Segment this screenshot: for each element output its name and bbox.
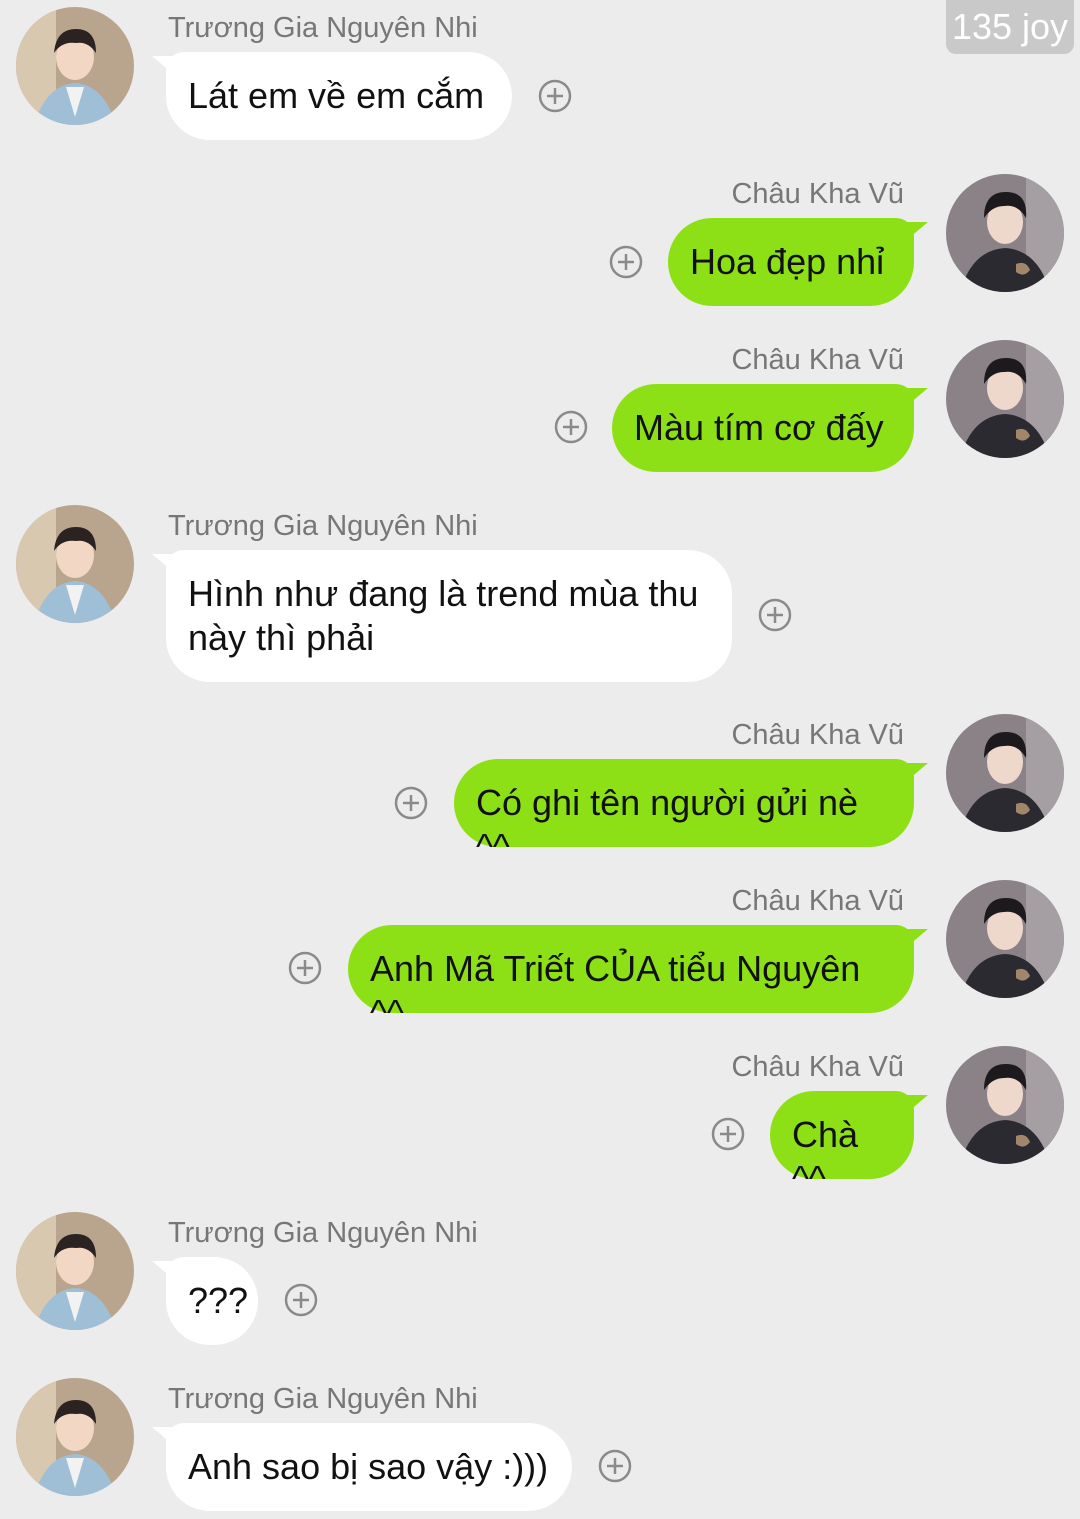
message-bubble[interactable]: Chà ^^ [770,1091,914,1199]
plus-circle-icon [598,1449,632,1483]
contact-avatar[interactable] [16,505,134,623]
add-reaction-button[interactable] [288,951,322,985]
sender-name: Châu Kha Vũ [731,885,904,917]
points-badge: 135 joy [946,0,1074,54]
add-reaction-button[interactable] [711,1117,745,1151]
contact-avatar[interactable] [946,340,1064,458]
contact-avatar[interactable] [946,880,1064,998]
add-reaction-button[interactable] [758,598,792,632]
message-bubble[interactable]: Anh sao bị sao vậy :))) [166,1423,572,1511]
message-bubble[interactable]: Hình như đang là trend mùa thu này thì p… [166,550,732,682]
sender-name: Trương Gia Nguyên Nhi [168,1383,478,1415]
sender-name: Châu Kha Vũ [731,719,904,751]
plus-circle-icon [609,245,643,279]
add-reaction-button[interactable] [284,1283,318,1317]
plus-circle-icon [758,598,792,632]
sender-name: Trương Gia Nguyên Nhi [168,12,478,44]
add-reaction-button[interactable] [609,245,643,279]
plus-circle-icon [284,1283,318,1317]
sender-name: Trương Gia Nguyên Nhi [168,1217,478,1249]
add-reaction-button[interactable] [554,410,588,444]
sender-name: Châu Kha Vũ [731,178,904,210]
add-reaction-button[interactable] [394,786,428,820]
plus-circle-icon [394,786,428,820]
plus-circle-icon [538,79,572,113]
sender-name: Trương Gia Nguyên Nhi [168,510,478,542]
message-bubble[interactable]: ??? [166,1257,258,1345]
contact-avatar[interactable] [946,174,1064,292]
contact-avatar[interactable] [946,1046,1064,1164]
message-bubble[interactable]: Hoa đẹp nhỉ [668,218,914,306]
message-bubble[interactable]: Lát em về em cắm [166,52,512,140]
plus-circle-icon [288,951,322,985]
sender-name: Châu Kha Vũ [731,344,904,376]
contact-avatar[interactable] [16,1212,134,1330]
message-bubble[interactable]: Anh Mã Triết CỦA tiểu Nguyên ^^ [348,925,914,1033]
plus-circle-icon [554,410,588,444]
message-bubble[interactable]: Có ghi tên người gửi nè ^^ [454,759,914,867]
message-bubble[interactable]: Màu tím cơ đấy [612,384,914,472]
add-reaction-button[interactable] [538,79,572,113]
contact-avatar[interactable] [16,7,134,125]
add-reaction-button[interactable] [598,1449,632,1483]
contact-avatar[interactable] [946,714,1064,832]
contact-avatar[interactable] [16,1378,134,1496]
plus-circle-icon [711,1117,745,1151]
sender-name: Châu Kha Vũ [731,1051,904,1083]
